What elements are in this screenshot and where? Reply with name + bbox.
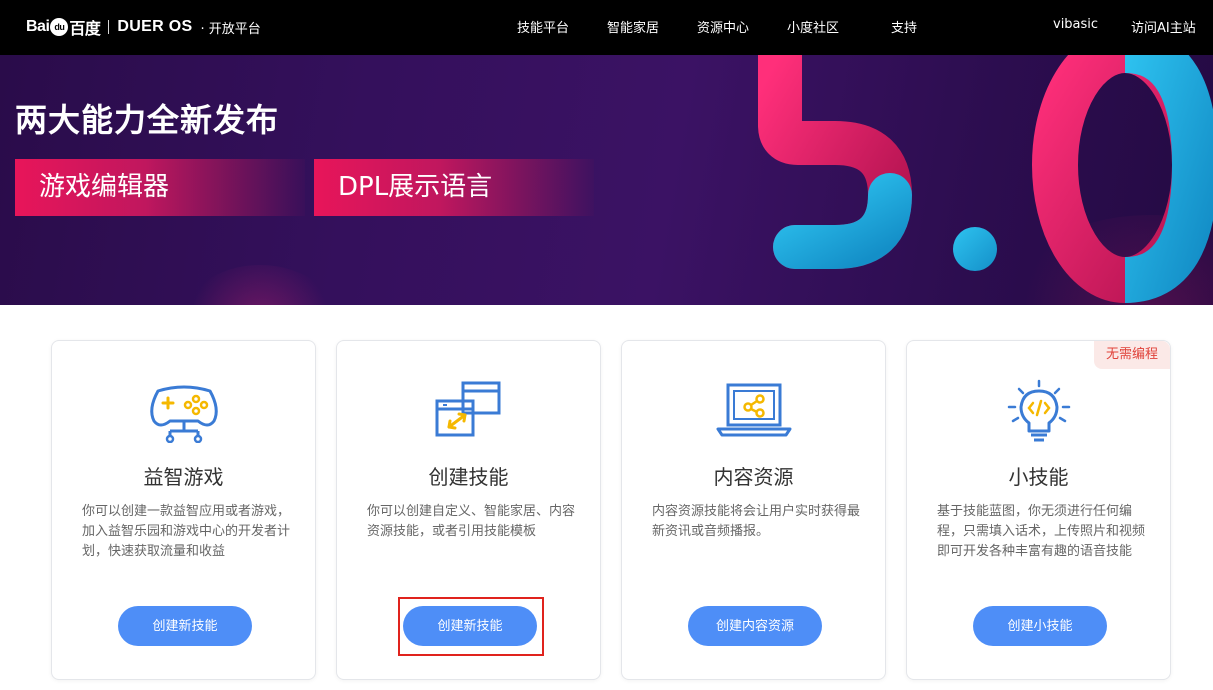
create-game-skill-button[interactable]: 创建新技能	[118, 606, 252, 646]
version-5-0-graphic	[758, 55, 1213, 303]
banner-tag-dpl[interactable]: DPL展示语言	[314, 159, 594, 216]
lightbulb-code-icon	[1007, 379, 1070, 442]
dueros-logo-text: DUER OS	[117, 18, 192, 36]
logo-divider	[108, 20, 110, 34]
card-title: 内容资源	[713, 465, 794, 489]
card-content-resource: 内容资源 内容资源技能将会让用户实时获得最新资讯或音频播报。 创建内容资源	[621, 340, 886, 680]
card-mini-skill: 无需编程 小技能 基于技能蓝图，你无须进行任何编程，只需填入话术，上传照片和视频…	[906, 340, 1171, 680]
card-description: 你可以创建自定义、智能家居、内容资源技能，或者引用技能模板	[367, 504, 576, 539]
nav-skill-platform[interactable]: 技能平台	[517, 17, 569, 36]
card-title: 小技能	[1008, 465, 1069, 489]
nav-support[interactable]: 支持	[891, 17, 917, 36]
baidu-logo: Bai du 百度	[26, 15, 101, 39]
card-description: 内容资源技能将会让用户实时获得最新资讯或音频播报。	[652, 504, 861, 539]
user-account-link[interactable]: vibasic	[1053, 17, 1098, 32]
baidu-logo-text: Bai	[26, 18, 50, 35]
platform-label: · 开放平台	[200, 21, 261, 37]
gamepad-icon	[149, 385, 218, 443]
baidu-logo-cn: 百度	[69, 21, 101, 38]
dueros-logo[interactable]: Bai du 百度 DUER OS · 开放平台	[26, 12, 261, 42]
dueros-logo-duer: DUER	[117, 18, 164, 35]
laptop-share-icon	[716, 383, 791, 437]
banner-headline: 两大能力全新发布	[15, 101, 280, 139]
no-coding-badge: 无需编程	[1093, 341, 1170, 369]
card-title: 创建技能	[428, 465, 509, 489]
card-create-skill: 创建技能 你可以创建自定义、智能家居、内容资源技能，或者引用技能模板 创建新技能	[336, 340, 601, 680]
baidu-paw-icon: du	[50, 18, 69, 36]
banner-tag-game-editor[interactable]: 游戏编辑器	[15, 159, 305, 216]
nav-community[interactable]: 小度社区	[787, 17, 839, 36]
nav-resource-center[interactable]: 资源中心	[697, 17, 749, 36]
create-content-resource-button[interactable]: 创建内容资源	[688, 606, 822, 646]
banner-glow-decoration	[180, 265, 340, 305]
highlight-box	[398, 597, 544, 656]
top-navigation-bar: Bai du 百度 DUER OS · 开放平台 技能平台 智能家居 资源中心 小度…	[0, 0, 1213, 55]
card-description: 基于技能蓝图，你无须进行任何编程，只需填入话术，上传照片和视频即可开发各种丰富有…	[937, 504, 1146, 559]
card-title: 益智游戏	[143, 465, 224, 489]
card-puzzle-game: 益智游戏 你可以创建一款益智应用或者游戏，加入益智乐园和游戏中心的开发者计划，快…	[51, 340, 316, 680]
create-mini-skill-button[interactable]: 创建小技能	[973, 606, 1107, 646]
visit-ai-site-link[interactable]: 访问AI主站	[1131, 17, 1196, 36]
card-description: 你可以创建一款益智应用或者游戏，加入益智乐园和游戏中心的开发者计划，快速获取流量…	[82, 504, 291, 559]
window-transfer-icon	[435, 381, 500, 437]
promo-banner[interactable]: 两大能力全新发布 游戏编辑器 DPL展示语言	[0, 55, 1213, 305]
nav-smart-home[interactable]: 智能家居	[607, 17, 659, 36]
dueros-logo-os: OS	[168, 18, 193, 35]
